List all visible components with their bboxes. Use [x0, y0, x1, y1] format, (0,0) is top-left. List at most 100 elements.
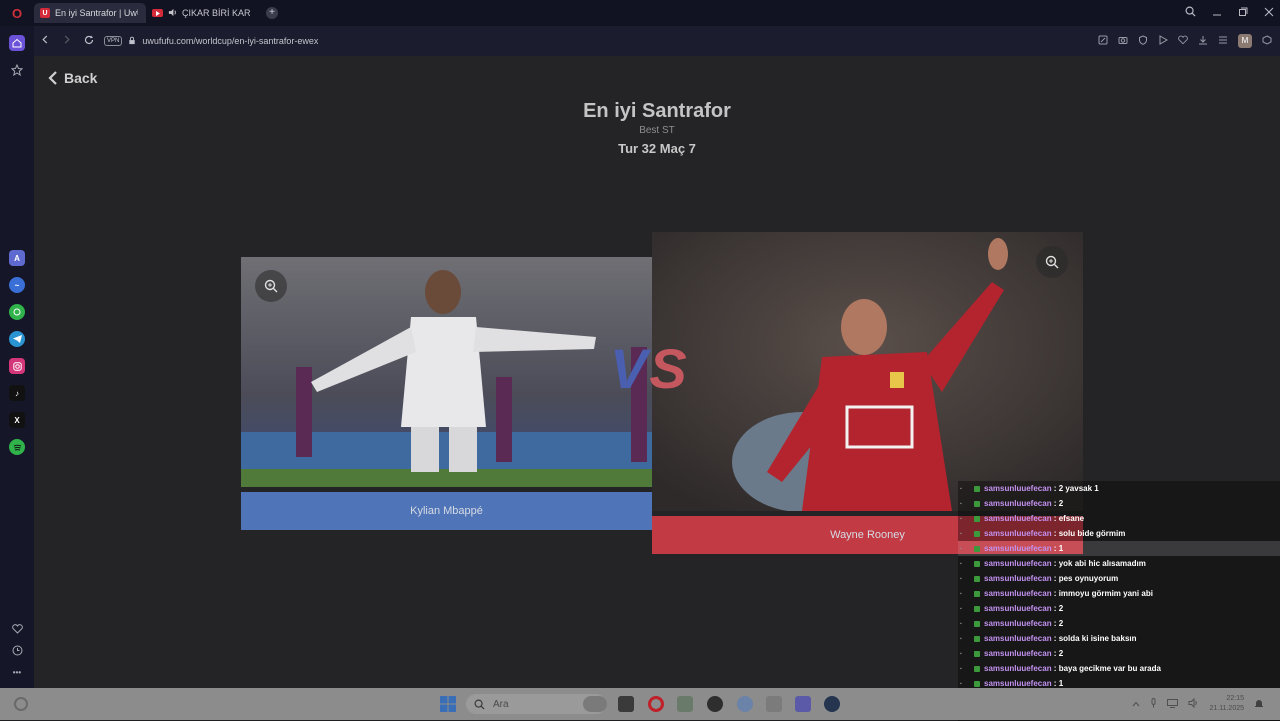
zoom-in-icon[interactable] [255, 270, 287, 302]
windows-start-icon[interactable] [440, 696, 456, 712]
new-tab-button[interactable]: + [266, 7, 278, 19]
window-controls [1185, 0, 1274, 26]
profile-avatar[interactable]: M [1238, 34, 1252, 48]
chevron-up-icon[interactable] [1132, 699, 1140, 709]
candidate-left-image[interactable] [241, 257, 652, 487]
notification-bell-icon[interactable] [1254, 698, 1264, 711]
instagram-icon[interactable] [9, 358, 25, 374]
chat-separator: : [1051, 619, 1059, 628]
settings-app-icon[interactable] [737, 696, 753, 712]
whatsapp-icon[interactable] [9, 304, 25, 320]
taskbar: Ara 22:15 21.11.2025 [0, 688, 1280, 720]
chat-text: 1 [1058, 544, 1064, 553]
obs-icon[interactable] [707, 696, 723, 712]
back-label: Back [64, 70, 98, 86]
chat-badge-icon [974, 650, 980, 657]
heart-icon[interactable] [1178, 35, 1188, 48]
star-icon[interactable] [9, 62, 25, 78]
system-tray: 22:15 21.11.2025 [1132, 688, 1264, 720]
chat-text: 2 [1058, 619, 1064, 628]
tab-title: En iyi Santrafor | UwUFUFU [55, 8, 138, 18]
chat-text: pes oynuyorum [1058, 574, 1119, 583]
task-view-icon[interactable] [618, 696, 634, 712]
clock-time: 22:15 [1226, 695, 1244, 702]
back-nav-icon[interactable] [34, 35, 56, 47]
vpn-badge[interactable]: VPN [104, 36, 123, 46]
network-icon[interactable] [1167, 698, 1179, 710]
chat-badge-icon [974, 635, 980, 642]
more-icon[interactable]: ••• [9, 664, 25, 680]
chat-username: samsunluuefecan [984, 559, 1052, 568]
address-bar: VPN uwufufu.com/worldcup/en-iyi-santrafo… [34, 26, 1280, 56]
spotify-icon[interactable] [9, 439, 25, 455]
volume-icon[interactable] [1188, 697, 1199, 710]
lock-icon[interactable] [128, 32, 136, 50]
chat-separator: : [1051, 499, 1059, 508]
chat-username: samsunluuefecan [984, 544, 1052, 553]
tab-bar: O U En iyi Santrafor | UwUFUFU ÇIKAR BİR… [0, 0, 1280, 26]
telegram-icon[interactable] [9, 331, 25, 347]
fish-widget-icon[interactable] [583, 696, 607, 712]
widgets-icon[interactable] [14, 697, 28, 711]
minimize-button[interactable] [1212, 7, 1222, 20]
chat-badge-icon [974, 485, 980, 492]
history-icon[interactable] [9, 642, 25, 658]
file-manager-icon[interactable] [677, 696, 693, 712]
chat-username: samsunluuefecan [984, 514, 1052, 523]
chat-separator: : [1051, 544, 1059, 553]
chat-message: ▪ samsunluuefecan : baya gecikme var bu a… [958, 661, 1280, 676]
search-tabs-icon[interactable] [1185, 6, 1196, 20]
candidate-right-image[interactable] [652, 232, 1083, 511]
chat-username: samsunluuefecan [984, 649, 1052, 658]
close-button[interactable] [1264, 7, 1274, 20]
chat-time: ▪ [960, 560, 962, 567]
steam-icon[interactable] [824, 696, 840, 712]
menu-icon[interactable] [1218, 35, 1228, 48]
speaker-icon[interactable] [168, 8, 177, 19]
chat-badge-icon [974, 500, 980, 507]
forward-nav-icon[interactable] [56, 35, 78, 47]
tab-uwufufu[interactable]: U En iyi Santrafor | UwUFUFU [34, 3, 146, 23]
candidate-left-button[interactable]: Kylian Mbappé [241, 492, 652, 530]
shield-icon[interactable] [1138, 34, 1148, 48]
chat-separator: : [1051, 634, 1059, 643]
play-icon[interactable] [1158, 34, 1169, 48]
url-field[interactable]: uwufufu.com/worldcup/en-iyi-santrafor-ew… [142, 36, 318, 46]
chat-text: efsane [1058, 514, 1085, 523]
chat-badge-icon [974, 605, 980, 612]
back-button[interactable]: Back [48, 70, 97, 86]
x-twitter-icon[interactable]: X [9, 412, 25, 428]
chat-message: ▪ samsunluuefecan : 2 [958, 646, 1280, 661]
aria-icon[interactable]: A [9, 250, 25, 266]
tab-youtube[interactable]: ÇIKAR BİRİ KARŞIMA [146, 3, 258, 23]
chat-time: ▪ [960, 575, 962, 582]
chat-separator: : [1051, 604, 1059, 613]
microphone-icon[interactable] [1150, 698, 1157, 710]
chat-username: samsunluuefecan [984, 634, 1052, 643]
candidate-right-name: Wayne Rooney [830, 529, 905, 541]
download-icon[interactable] [1198, 35, 1208, 48]
opera-taskbar-icon[interactable] [648, 696, 664, 712]
home-icon[interactable] [9, 35, 25, 51]
maximize-button[interactable] [1238, 7, 1248, 20]
chat-message: ▪ samsunluuefecan : 2 [958, 616, 1280, 631]
chat-badge-icon [974, 665, 980, 672]
zoom-in-icon[interactable] [1036, 246, 1068, 278]
reload-icon[interactable] [78, 35, 100, 48]
stream-chat-overlay: ▪ samsunluuefecan : 2 yavsak 1 ▪ samsunluue… [958, 481, 1280, 721]
chat-separator: : [1051, 649, 1059, 658]
clock[interactable]: 22:15 21.11.2025 [1209, 694, 1244, 714]
heart-icon[interactable] [9, 621, 25, 637]
extensions-icon[interactable] [1262, 34, 1272, 48]
camera-icon[interactable] [1118, 35, 1128, 48]
clock-date: 21.11.2025 [1209, 705, 1244, 712]
chat-time: ▪ [960, 485, 962, 492]
teams-icon[interactable] [795, 696, 811, 712]
tiktok-icon[interactable]: ♪ [9, 385, 25, 401]
edit-icon[interactable] [1098, 35, 1108, 48]
opera-menu-button[interactable]: O [0, 0, 34, 26]
chat-username: samsunluuefecan [984, 499, 1052, 508]
folder-icon[interactable] [766, 696, 782, 712]
messenger-icon[interactable]: ~ [9, 277, 25, 293]
chat-message: ▪ samsunluuefecan : yok abi hic alısamadı… [958, 556, 1280, 571]
